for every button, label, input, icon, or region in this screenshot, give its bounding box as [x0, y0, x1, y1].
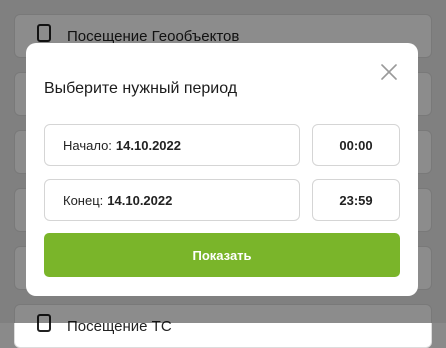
end-time-field[interactable]: 23:59	[312, 179, 400, 221]
end-time-value: 23:59	[339, 192, 373, 208]
dialog-title: Выберите нужный период	[44, 80, 238, 97]
close-icon	[381, 64, 397, 80]
start-date-field[interactable]: Начало: 14.10.2022	[44, 124, 300, 166]
start-time-value: 00:00	[339, 137, 373, 153]
end-date-value: 14.10.2022	[107, 192, 173, 208]
end-date-label: Конец:	[63, 192, 104, 208]
period-dialog: Выберите нужный период Начало: 14.10.202…	[26, 43, 418, 296]
close-button[interactable]	[378, 61, 400, 83]
start-date-value: 14.10.2022	[115, 137, 181, 153]
start-time-field[interactable]: 00:00	[312, 124, 400, 166]
end-date-field[interactable]: Конец: 14.10.2022	[44, 179, 300, 221]
start-date-label: Начало:	[63, 137, 112, 153]
show-button[interactable]: Показать	[44, 233, 400, 277]
